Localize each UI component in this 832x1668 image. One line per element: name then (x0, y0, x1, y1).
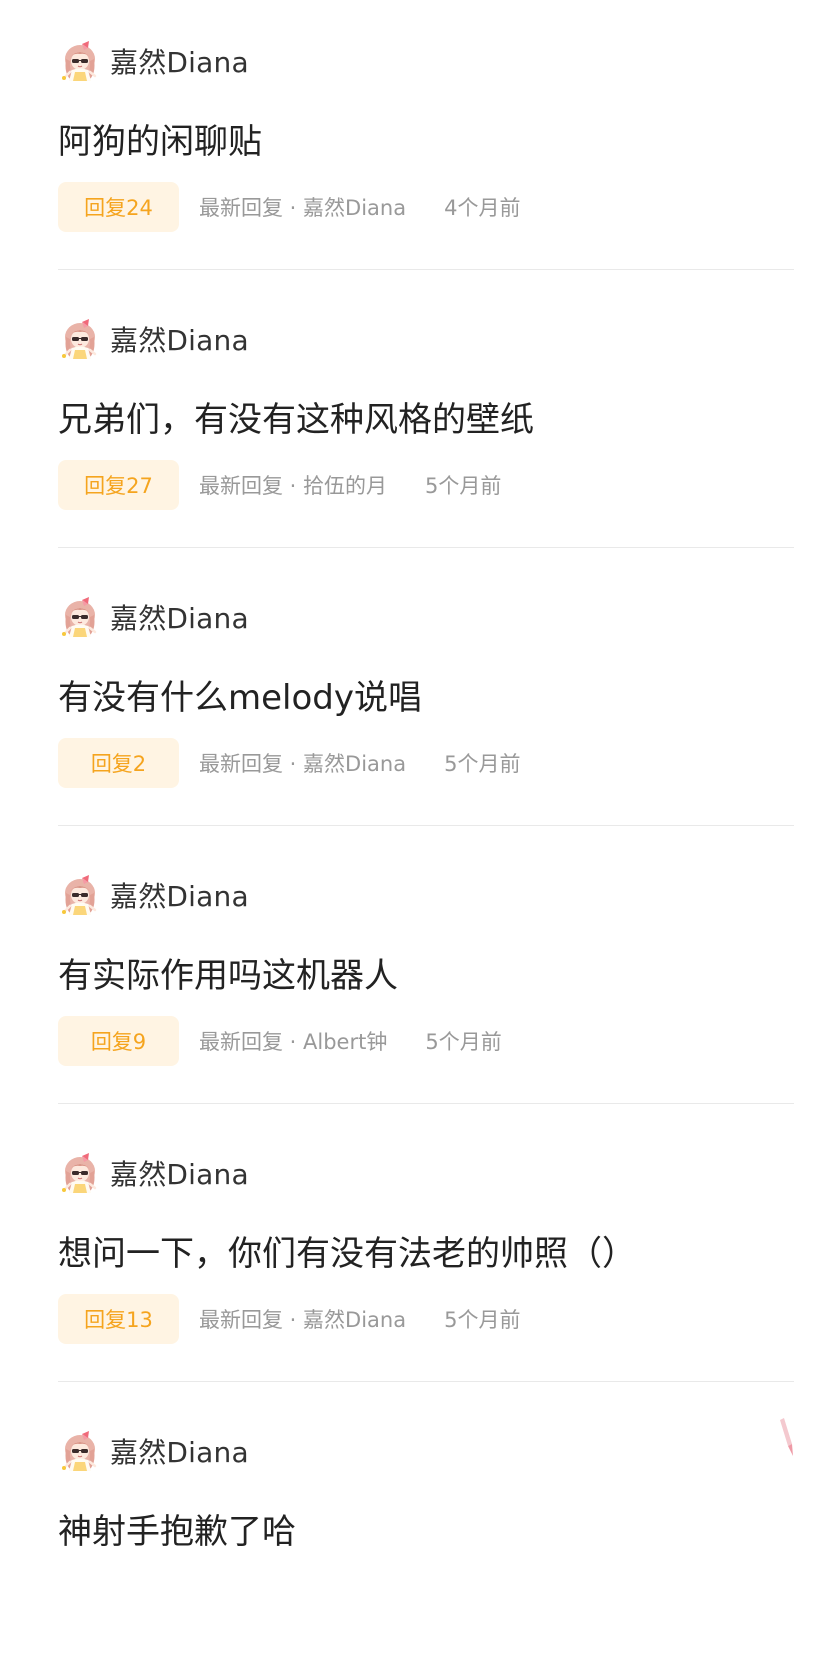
latest-reply: 最新回复 · 嘉然Diana (199, 196, 407, 220)
post-title[interactable]: 有没有什么melody说唱 (58, 672, 422, 724)
post-time: 4个月前 (444, 196, 521, 220)
author-name[interactable]: 嘉然Diana (110, 41, 249, 81)
post-author: 嘉然Diana (58, 1150, 249, 1196)
post-author: 嘉然Diana (58, 594, 249, 640)
post-title[interactable]: 兄弟们，有没有这种风格的壁纸 (58, 394, 534, 446)
avatar-icon[interactable] (58, 1429, 102, 1473)
author-name[interactable]: 嘉然Diana (110, 597, 249, 637)
post-meta: 回复9 最新回复 · Albert钟 5个月前 (58, 1016, 502, 1066)
post-time: 5个月前 (444, 1308, 521, 1332)
avatar-icon[interactable] (58, 1151, 102, 1195)
post-item[interactable]: 嘉然Diana 有没有什么melody说唱 回复2 最新回复 · 嘉然Diana… (58, 556, 794, 834)
post-title[interactable]: 神射手抱歉了哈 (58, 1506, 296, 1558)
avatar-icon[interactable] (58, 39, 102, 83)
post-time: 5个月前 (425, 1030, 502, 1054)
post-author: 嘉然Diana (58, 316, 249, 362)
latest-reply: 最新回复 · 拾伍的月 (199, 474, 388, 498)
post-item[interactable]: 嘉然Diana 阿狗的闲聊贴 回复24 最新回复 · 嘉然Diana 4个月前 (58, 0, 794, 278)
post-title[interactable]: 有实际作用吗这机器人 (58, 950, 398, 1002)
divider (58, 825, 794, 826)
post-author: 嘉然Diana (58, 38, 249, 84)
post-feed: 嘉然Diana 阿狗的闲聊贴 回复24 最新回复 · 嘉然Diana 4个月前 … (0, 0, 832, 1668)
divider (58, 269, 794, 270)
post-author: 嘉然Diana (58, 872, 249, 918)
post-time: 5个月前 (425, 474, 502, 498)
latest-reply: 最新回复 · Albert钟 (199, 1030, 388, 1054)
author-name[interactable]: 嘉然Diana (110, 1431, 249, 1471)
post-meta: 回复2 最新回复 · 嘉然Diana 5个月前 (58, 738, 520, 788)
reply-count-badge[interactable]: 回复27 (58, 460, 179, 510)
post-item[interactable]: 嘉然Diana 神射手抱歉了哈 (58, 1390, 794, 1668)
divider (58, 1103, 794, 1104)
post-meta: 回复27 最新回复 · 拾伍的月 5个月前 (58, 460, 501, 510)
post-item[interactable]: 嘉然Diana 想问一下，你们有没有法老的帅照（） 回复13 最新回复 · 嘉然… (58, 1112, 794, 1390)
latest-reply: 最新回复 · 嘉然Diana (199, 1308, 407, 1332)
ribbon-icon (780, 1418, 793, 1456)
post-author: 嘉然Diana (58, 1428, 249, 1474)
divider (58, 547, 794, 548)
latest-reply: 最新回复 · 嘉然Diana (199, 752, 407, 776)
author-name[interactable]: 嘉然Diana (110, 319, 249, 359)
avatar-icon[interactable] (58, 873, 102, 917)
post-meta: 回复13 最新回复 · 嘉然Diana 5个月前 (58, 1294, 520, 1344)
reply-count-badge[interactable]: 回复2 (58, 738, 179, 788)
reply-count-badge[interactable]: 回复24 (58, 182, 179, 232)
avatar-icon[interactable] (58, 595, 102, 639)
post-title[interactable]: 想问一下，你们有没有法老的帅照（） (58, 1228, 636, 1280)
reply-count-badge[interactable]: 回复9 (58, 1016, 179, 1066)
post-time: 5个月前 (444, 752, 521, 776)
post-title[interactable]: 阿狗的闲聊贴 (58, 116, 262, 168)
divider (58, 1381, 794, 1382)
author-name[interactable]: 嘉然Diana (110, 875, 249, 915)
reply-count-badge[interactable]: 回复13 (58, 1294, 179, 1344)
author-name[interactable]: 嘉然Diana (110, 1153, 249, 1193)
avatar-icon[interactable] (58, 317, 102, 361)
post-item[interactable]: 嘉然Diana 兄弟们，有没有这种风格的壁纸 回复27 最新回复 · 拾伍的月 … (58, 278, 794, 556)
post-item[interactable]: 嘉然Diana 有实际作用吗这机器人 回复9 最新回复 · Albert钟 5个… (58, 834, 794, 1112)
post-meta: 回复24 最新回复 · 嘉然Diana 4个月前 (58, 182, 520, 232)
